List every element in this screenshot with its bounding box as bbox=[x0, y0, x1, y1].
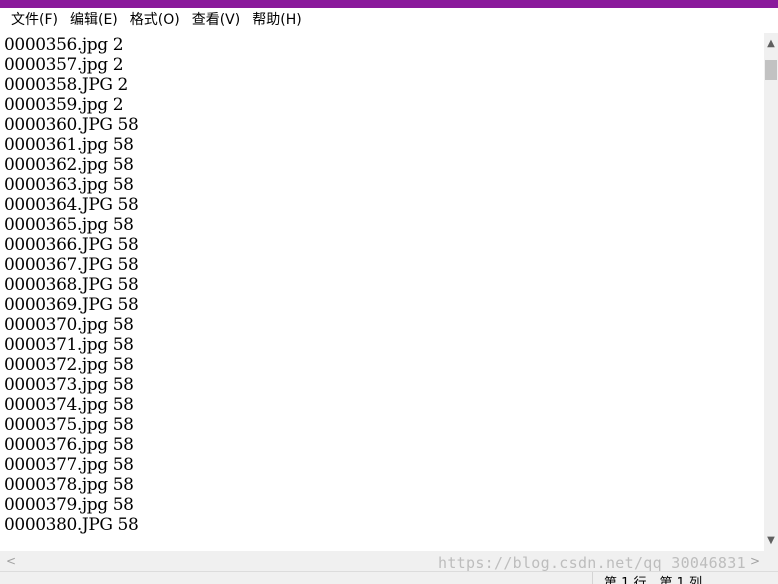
chevron-right-icon[interactable]: > bbox=[748, 551, 762, 571]
menu-bar: 文件(F) 编辑(E) 格式(O) 查看(V) 帮助(H) bbox=[0, 8, 778, 33]
cursor-position: 第 1 行，第 1 列 bbox=[604, 576, 703, 584]
text-line: 0000375.jpg 58 bbox=[4, 415, 134, 435]
text-line: 0000365.jpg 58 bbox=[4, 215, 134, 235]
notepad-window: 文件(F) 编辑(E) 格式(O) 查看(V) 帮助(H) 0000356.jp… bbox=[0, 0, 778, 584]
text-line: 0000368.JPG 58 bbox=[4, 275, 139, 295]
status-divider bbox=[592, 572, 593, 584]
text-line: 0000380.JPG 58 bbox=[4, 515, 139, 535]
title-bar[interactable] bbox=[0, 0, 778, 8]
text-line: 0000359.jpg 2 bbox=[4, 95, 124, 115]
menu-edit[interactable]: 编辑(E) bbox=[64, 8, 124, 33]
status-bar: 第 1 行，第 1 列 bbox=[0, 571, 778, 584]
scrollbar-corner bbox=[764, 551, 778, 571]
text-line: 0000374.jpg 58 bbox=[4, 395, 134, 415]
text-line: 0000361.jpg 58 bbox=[4, 135, 134, 155]
text-line: 0000362.jpg 58 bbox=[4, 155, 134, 175]
text-line: 0000377.jpg 58 bbox=[4, 455, 134, 475]
menu-format[interactable]: 格式(O) bbox=[124, 8, 186, 33]
text-line: 0000357.jpg 2 bbox=[4, 55, 124, 75]
menu-help[interactable]: 帮助(H) bbox=[246, 8, 307, 33]
chevron-down-icon[interactable]: ▼ bbox=[764, 532, 778, 549]
text-line: 0000369.JPG 58 bbox=[4, 295, 139, 315]
text-line: 0000366.JPG 58 bbox=[4, 235, 139, 255]
menu-file[interactable]: 文件(F) bbox=[0, 8, 64, 33]
text-line: 0000371.jpg 58 bbox=[4, 335, 134, 355]
menu-view[interactable]: 查看(V) bbox=[186, 8, 247, 33]
chevron-left-icon[interactable]: < bbox=[4, 551, 18, 571]
text-line: 0000356.jpg 2 bbox=[4, 35, 124, 55]
text-line: 0000372.jpg 58 bbox=[4, 355, 134, 375]
text-editor[interactable]: 0000356.jpg 2 0000357.jpg 2 0000358.JPG 20… bbox=[0, 33, 764, 551]
text-content[interactable]: 0000356.jpg 2 0000357.jpg 2 0000358.JPG 20… bbox=[4, 35, 139, 535]
watermark-text: https://blog.csdn.net/qq_30046831 bbox=[438, 554, 746, 572]
text-line: 0000358.JPG 2 bbox=[4, 75, 128, 95]
text-line: 0000367.JPG 58 bbox=[4, 255, 139, 275]
text-line: 0000364.JPG 58 bbox=[4, 195, 139, 215]
vertical-scroll-thumb[interactable] bbox=[765, 60, 777, 80]
text-line: 0000376.jpg 58 bbox=[4, 435, 134, 455]
vertical-scrollbar[interactable]: ▲ ▼ bbox=[764, 33, 778, 551]
text-line: 0000360.JPG 58 bbox=[4, 115, 139, 135]
text-line: 0000363.jpg 58 bbox=[4, 175, 134, 195]
chevron-up-icon[interactable]: ▲ bbox=[764, 35, 778, 52]
text-line: 0000373.jpg 58 bbox=[4, 375, 134, 395]
text-line: 0000379.jpg 58 bbox=[4, 495, 134, 515]
text-line: 0000378.jpg 58 bbox=[4, 475, 134, 495]
text-line: 0000370.jpg 58 bbox=[4, 315, 134, 335]
